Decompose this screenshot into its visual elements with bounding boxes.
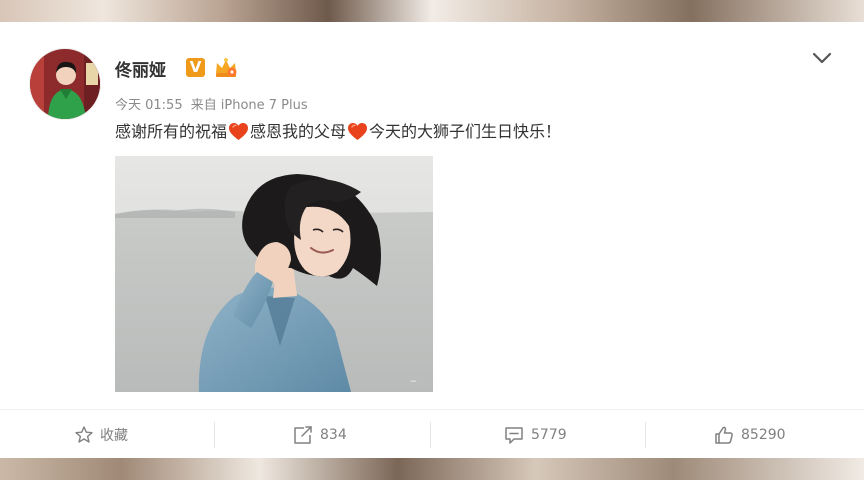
background-blur-bottom bbox=[0, 458, 864, 480]
post-text: 感谢所有的祝福 感恩我的父母 今天的大狮子们生日快乐！ bbox=[115, 121, 561, 143]
post-text-part3: 今天的大狮子们生日快乐！ bbox=[369, 122, 562, 141]
weibo-post-card: 佟丽娅 V 今天 01:55 来自 iPhone 7 Plus 感谢所有的祝福 感恩… bbox=[0, 22, 864, 458]
divider bbox=[214, 422, 215, 448]
source-device[interactable]: iPhone 7 Plus bbox=[221, 98, 308, 113]
background-blur-top bbox=[0, 0, 864, 22]
source-prefix: 来自 bbox=[190, 98, 217, 113]
post-photo[interactable]: ~ bbox=[115, 156, 433, 392]
post-text-part1: 感谢所有的祝福 bbox=[115, 122, 228, 141]
comment-button[interactable]: 5779 bbox=[503, 410, 567, 459]
share-icon bbox=[294, 425, 312, 444]
verified-badge: V bbox=[186, 58, 205, 77]
heart-icon bbox=[347, 122, 368, 141]
star-icon bbox=[75, 425, 93, 443]
comment-icon bbox=[505, 426, 523, 444]
like-button[interactable]: 85290 bbox=[713, 410, 786, 459]
repost-count: 834 bbox=[320, 426, 347, 443]
post-meta: 今天 01:55 来自 iPhone 7 Plus bbox=[115, 94, 312, 113]
favorite-label: 收藏 bbox=[100, 427, 128, 444]
svg-text:~: ~ bbox=[409, 377, 417, 387]
post-time[interactable]: 今天 01:55 bbox=[115, 98, 183, 113]
divider bbox=[430, 422, 431, 448]
favorite-button[interactable]: 收藏 bbox=[74, 410, 128, 459]
avatar[interactable] bbox=[29, 48, 101, 120]
comment-count: 5779 bbox=[531, 426, 567, 443]
divider bbox=[645, 422, 646, 448]
heart-icon bbox=[228, 122, 249, 141]
chevron-down-icon[interactable] bbox=[810, 47, 834, 69]
repost-button[interactable]: 834 bbox=[292, 410, 347, 459]
user-name[interactable]: 佟丽娅 bbox=[115, 56, 166, 81]
crown-icon bbox=[213, 57, 239, 79]
like-count: 85290 bbox=[741, 426, 786, 443]
thumbs-up-icon bbox=[715, 426, 733, 444]
action-bar: 收藏 834 5779 85290 bbox=[0, 409, 864, 459]
post-text-part2: 感恩我的父母 bbox=[250, 122, 347, 141]
